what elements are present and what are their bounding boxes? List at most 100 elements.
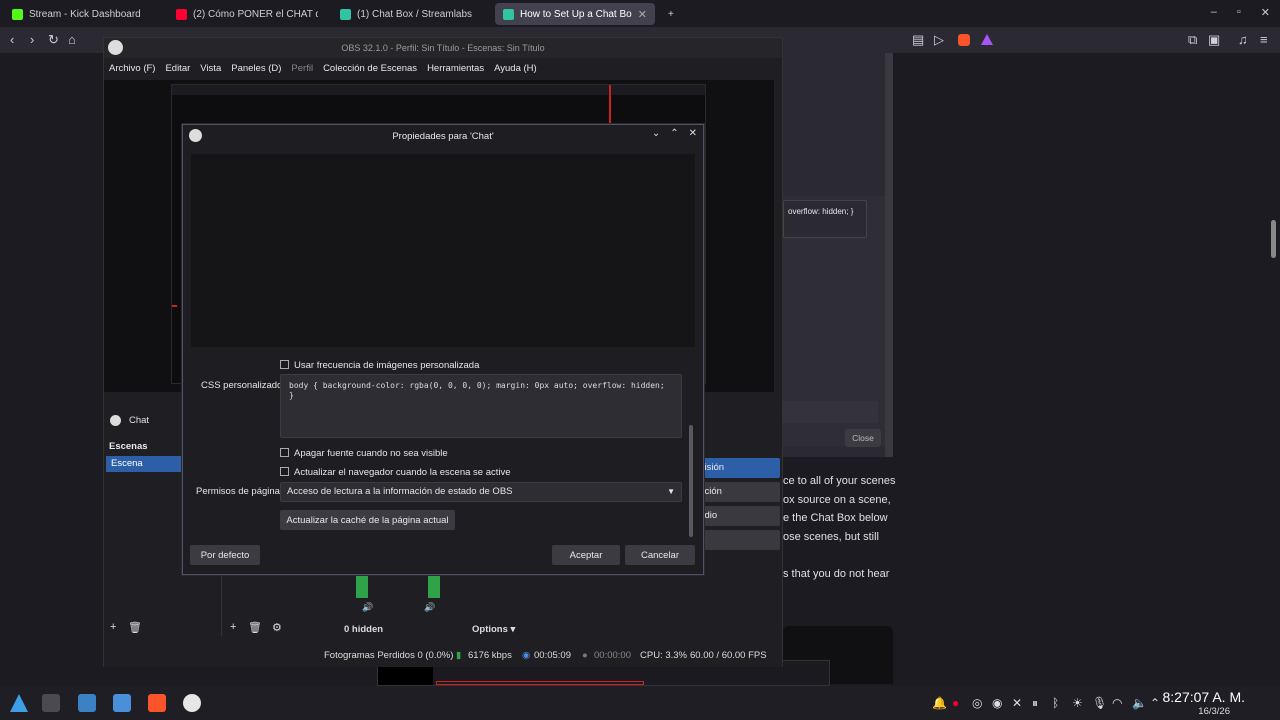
steam-icon[interactable]: ◉ (992, 696, 1002, 710)
arch-logo-icon[interactable] (10, 694, 28, 712)
kick-icon (12, 8, 23, 20)
tab-how-to-setup[interactable]: How to Set Up a Chat Box O ✕ (495, 3, 655, 25)
record-indicator-icon[interactable]: ● (952, 696, 959, 710)
reader-icon[interactable]: ▤ (912, 32, 924, 48)
close-icon[interactable]: ✕ (689, 128, 697, 139)
window-controls: – ▫ ✕ (1211, 6, 1270, 19)
obs-logo-icon (108, 40, 123, 55)
remove-source-icon[interactable]: 🗑 (248, 621, 262, 634)
clock-time[interactable]: 8:27:07 A. M. (1163, 689, 1246, 705)
audio-mixer: 🔊 🔊 (344, 570, 524, 618)
scene-item[interactable]: Escena (106, 456, 182, 472)
streamlabs-icon (340, 8, 351, 20)
menu-ayuda[interactable]: Ayuda (H) (494, 63, 537, 74)
home-icon[interactable]: ⌂ (68, 32, 76, 47)
add-source-icon[interactable]: + (230, 621, 236, 633)
gear-icon[interactable]: ⚙ (272, 621, 282, 634)
tab-streamlabs-chatbox[interactable]: (1) Chat Box / Streamlabs (332, 3, 492, 25)
media-icon[interactable]: ♫ (1238, 32, 1248, 47)
folder-icon[interactable] (113, 694, 131, 712)
notification-icon[interactable]: 🔔 (932, 696, 947, 710)
page-permissions-select[interactable]: Acceso de lectura a la información de es… (280, 482, 682, 502)
microphone-icon[interactable]: 🎙 (1092, 696, 1107, 710)
wifi-icon[interactable]: ◠ (1112, 696, 1122, 710)
back-icon[interactable]: ‹ (10, 32, 14, 47)
custom-fps-checkbox[interactable]: Usar frecuencia de imágenes personalizad… (280, 357, 479, 371)
terminal-icon[interactable] (42, 694, 60, 712)
brightness-icon[interactable]: ☀ (1072, 696, 1083, 710)
obs-tray-icon[interactable]: ◎ (972, 696, 982, 710)
refresh-browser-checkbox[interactable]: Actualizar el navegador cuando la escena… (280, 464, 511, 478)
menu-archivo[interactable]: Archivo (F) (109, 63, 155, 74)
code-snippet: overflow: hidden; } (783, 200, 867, 238)
menu-vista[interactable]: Vista (200, 63, 221, 74)
record-time: 00:00:00 (594, 649, 631, 661)
obs-status-bar: Fotogramas Perdidos 0 (0.0%) ▮ 6176 kbps… (104, 643, 782, 667)
article-text: ce to all of your scenes ox source on a … (783, 475, 896, 580)
brave-shield-icon[interactable] (958, 34, 970, 46)
close-tab-icon[interactable]: ✕ (638, 8, 647, 21)
browser-tab-bar: Stream - Kick Dashboard (2) Cómo PONER e… (0, 0, 1280, 27)
cancel-button[interactable]: Cancelar (625, 545, 695, 565)
add-scene-icon[interactable]: + (110, 621, 116, 633)
hidden-count: 0 hidden (344, 624, 384, 635)
package-icon[interactable] (78, 694, 96, 712)
options-button[interactable]: Options ▾ (472, 624, 515, 635)
remove-scene-icon[interactable]: 🗑 (128, 621, 142, 634)
dropped-frames: Fotogramas Perdidos 0 (0.0%) (324, 649, 454, 661)
tab-kick-dashboard[interactable]: Stream - Kick Dashboard (4, 3, 164, 25)
chevron-up-icon[interactable]: ⌃ (670, 128, 678, 139)
dialog-title: Propiedades para 'Chat' (392, 130, 494, 142)
obs-logo-icon (189, 129, 202, 142)
stream-icon: ◉ (522, 649, 531, 661)
bluetooth-icon[interactable]: ᛒ (1052, 696, 1059, 710)
speaker-icon[interactable]: 🔊 (424, 602, 435, 613)
obs-icon[interactable] (183, 694, 201, 712)
tab-youtube-video[interactable]: (2) Cómo PONER el CHAT de KIC (168, 3, 328, 25)
menu-icon[interactable]: ≡ (1260, 32, 1268, 47)
pause-icon[interactable]: ⏸ (1032, 696, 1038, 711)
new-tab-button[interactable]: + (660, 3, 682, 25)
x-icon[interactable]: ✕ (1012, 696, 1022, 710)
fps: 60.00 / 60.00 FPS (690, 649, 767, 661)
chevron-up-icon[interactable]: ⌃ (1150, 696, 1160, 710)
page-permissions-label: Permisos de página (196, 486, 280, 497)
defaults-button[interactable]: Por defecto (190, 545, 260, 565)
wallet-icon[interactable]: ▣ (1208, 32, 1220, 48)
maximize-icon[interactable]: ▫ (1237, 6, 1241, 19)
refresh-cache-button[interactable]: Actualizar la caché de la página actual (280, 510, 455, 530)
clock-date[interactable]: 16/3/26 (1198, 706, 1230, 717)
source-preview (191, 154, 695, 347)
close-window-icon[interactable]: ✕ (1261, 6, 1270, 19)
ok-button[interactable]: Aceptar (552, 545, 620, 565)
page-scrollbar[interactable] (1271, 220, 1276, 258)
custom-css-textarea[interactable]: body { background-color: rgba(0, 0, 0, 0… (280, 374, 682, 438)
close-button[interactable]: Close (845, 429, 881, 447)
obs-title-bar: OBS 32.1.0 - Perfil: Sin Título - Escena… (104, 38, 782, 58)
shutdown-source-checkbox[interactable]: Apagar fuente cuando no sea visible (280, 445, 448, 459)
menu-paneles[interactable]: Paneles (D) (231, 63, 281, 74)
source-name: Chat (129, 414, 150, 426)
menu-perfil[interactable]: Perfil (291, 63, 313, 74)
record-icon: ● (582, 649, 588, 661)
signal-icon: ▮ (456, 649, 462, 661)
properties-dialog: Propiedades para 'Chat' ⌄ ⌃ ✕ Usar frecu… (182, 124, 704, 575)
obs-menu-bar: Archivo (F) Editar Vista Paneles (D) Per… (104, 58, 782, 78)
volume-icon[interactable]: 🔈 (1132, 696, 1147, 710)
brave-icon[interactable] (148, 694, 166, 712)
reload-icon[interactable]: ↻ (48, 32, 59, 48)
forward-icon[interactable]: › (30, 32, 34, 47)
menu-herramientas[interactable]: Herramientas (427, 63, 484, 74)
dialog-scrollbar[interactable] (689, 425, 693, 537)
extensions-icon[interactable]: ⧉ (1188, 32, 1197, 48)
menu-editar[interactable]: Editar (165, 63, 190, 74)
brave-rewards-icon[interactable] (981, 34, 993, 45)
chevron-down-icon[interactable]: ⌄ (652, 128, 660, 139)
chevron-down-icon: ▼ (667, 487, 675, 496)
bitrate: 6176 kbps (468, 649, 512, 661)
send-icon[interactable]: ▷ (934, 32, 944, 48)
speaker-icon[interactable]: 🔊 (362, 602, 373, 613)
menu-coleccion-escenas[interactable]: Colección de Escenas (323, 63, 417, 74)
minimize-icon[interactable]: – (1211, 6, 1217, 19)
browser-source-icon (110, 414, 121, 426)
